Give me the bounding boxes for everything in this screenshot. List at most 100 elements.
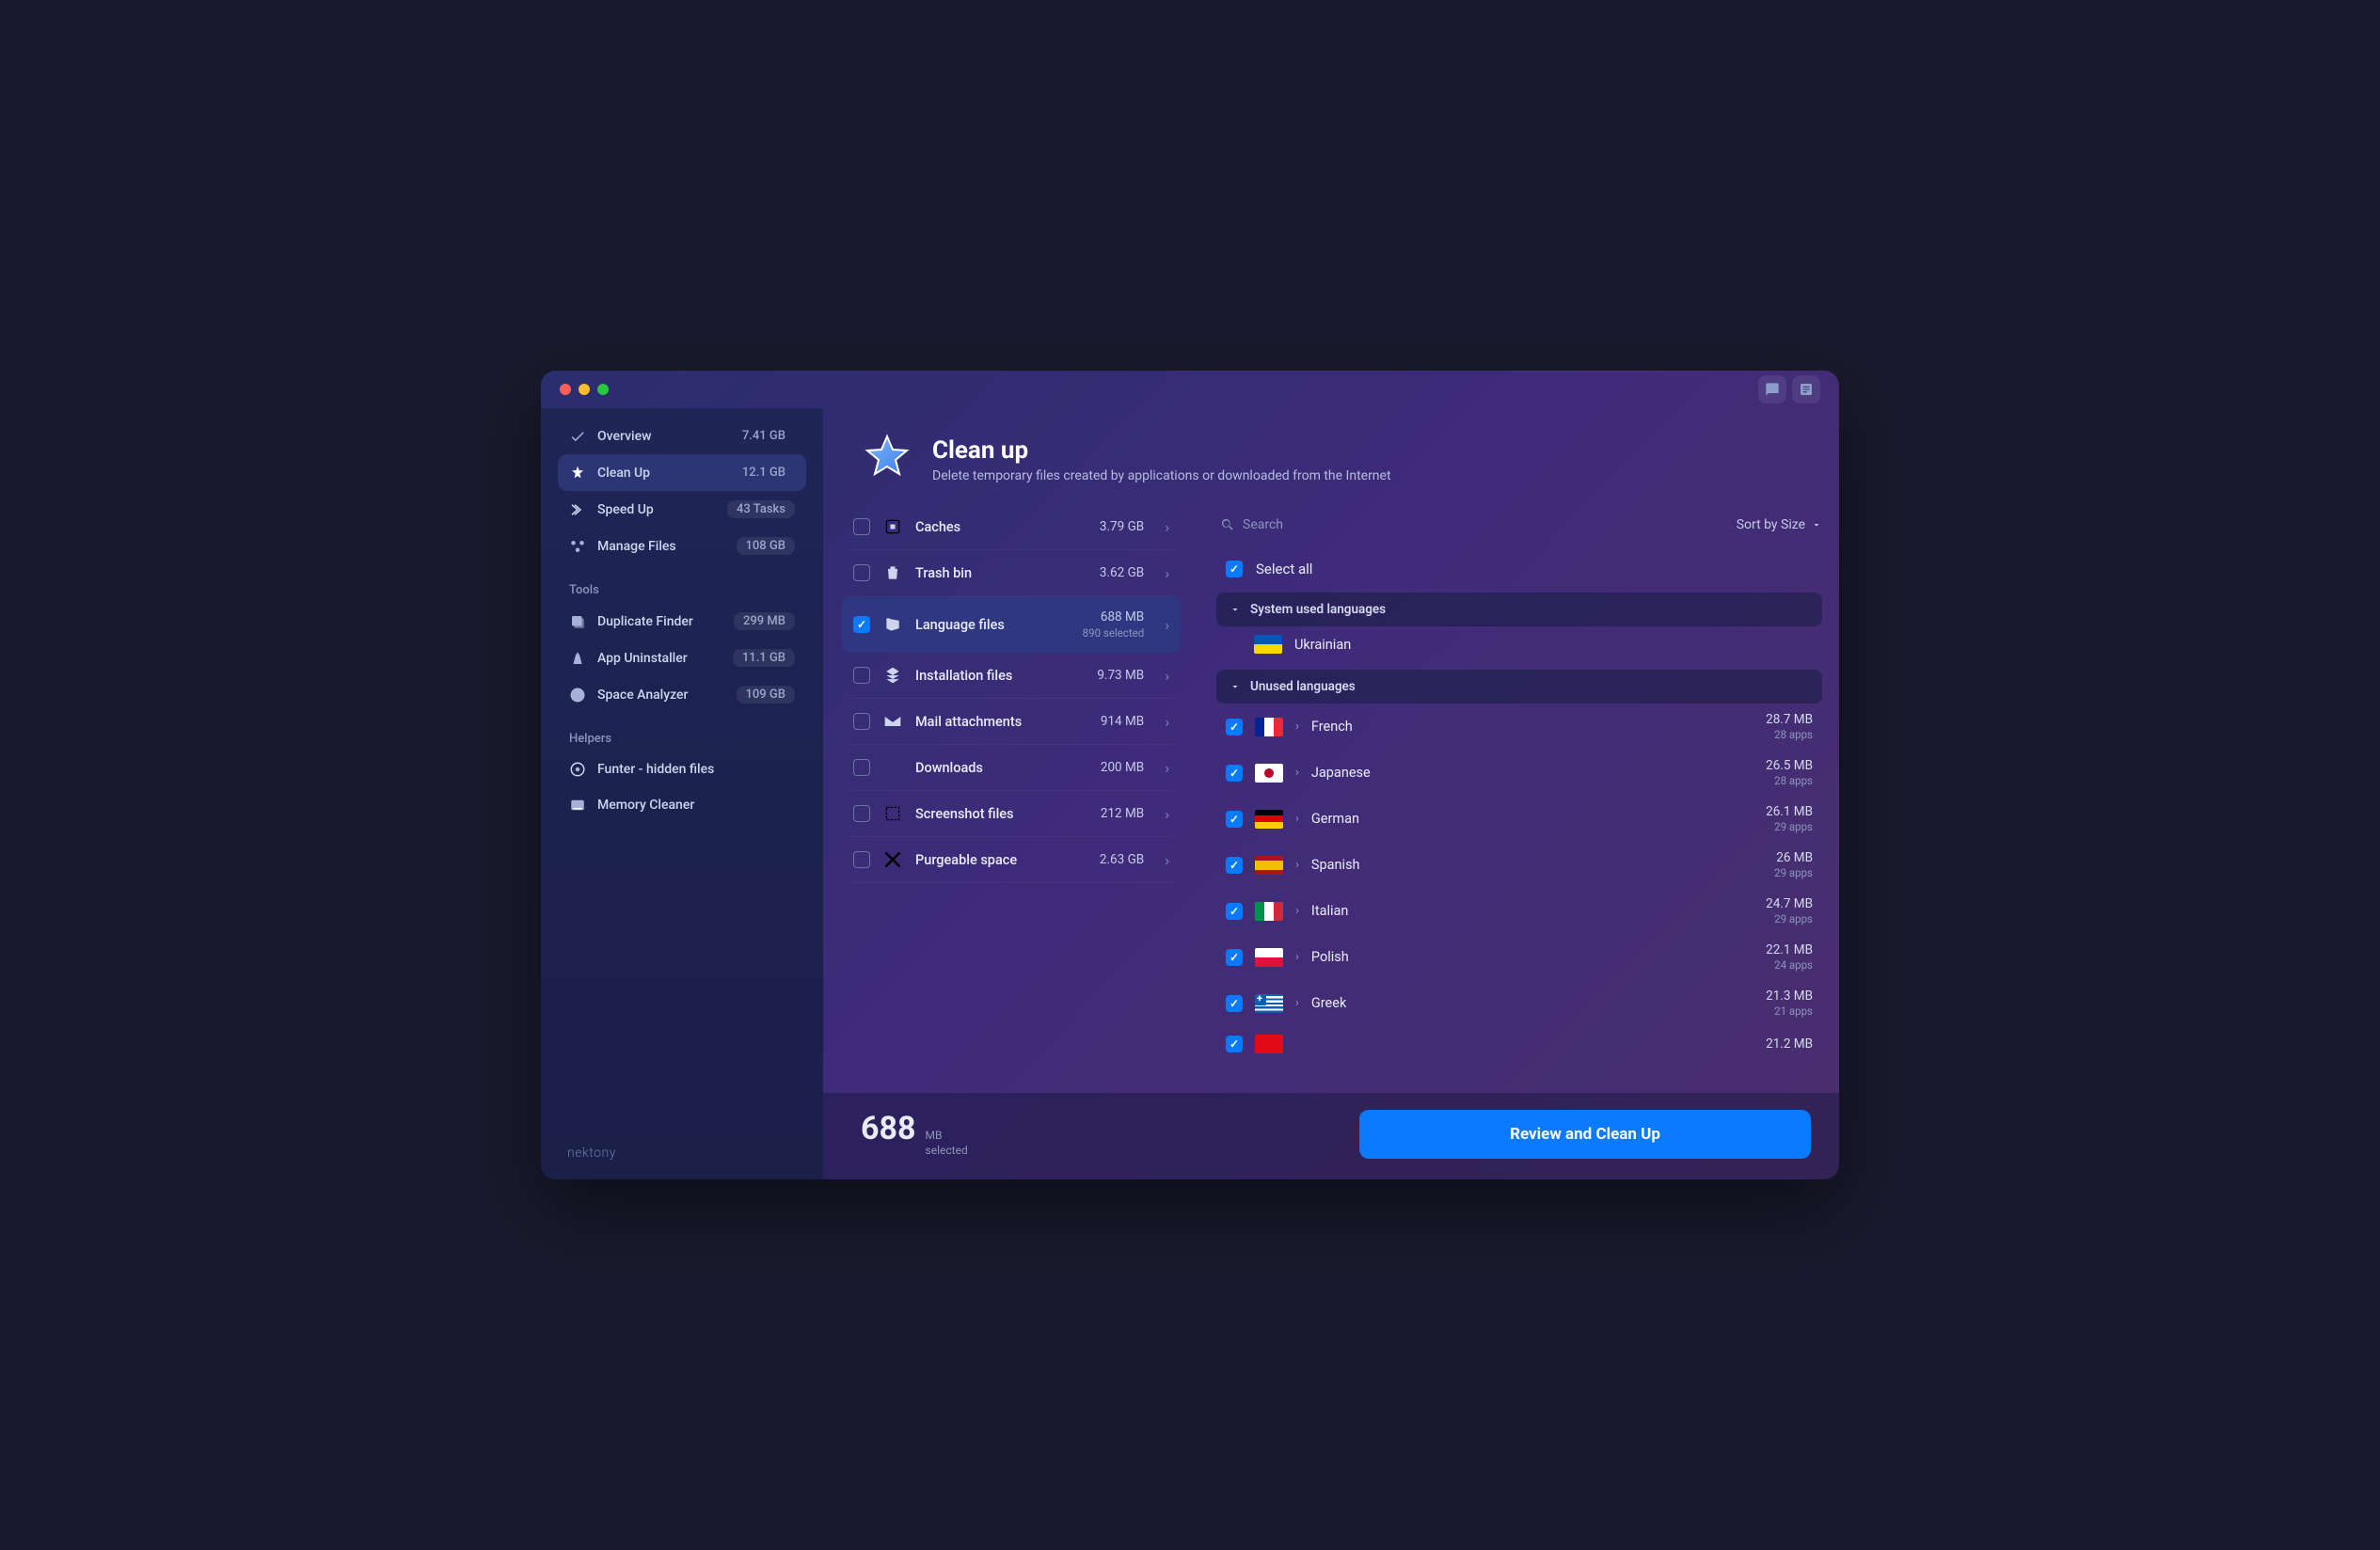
language-checkbox[interactable] xyxy=(1226,995,1243,1012)
language-checkbox[interactable] xyxy=(1226,857,1243,874)
category-icon xyxy=(883,712,902,731)
category-row-mail-attachments[interactable]: Mail attachments914 MB› xyxy=(842,699,1181,745)
chevron-right-icon: › xyxy=(1165,518,1169,536)
sidebar-item-space-analyzer[interactable]: Space Analyzer109 GB xyxy=(558,676,806,713)
language-checkbox[interactable] xyxy=(1226,811,1243,828)
language-checkbox[interactable] xyxy=(1226,719,1243,735)
category-icon xyxy=(883,517,902,536)
sidebar-item-overview[interactable]: Overview7.41 GB xyxy=(558,418,806,454)
category-checkbox[interactable] xyxy=(853,851,870,868)
unused-languages-group[interactable]: Unused languages xyxy=(1216,670,1822,704)
category-list: Caches3.79 GB›Trash bin3.62 GB›Language … xyxy=(823,504,1199,1093)
chevron-right-icon[interactable]: › xyxy=(1295,858,1299,872)
chevron-right-icon[interactable]: › xyxy=(1295,766,1299,780)
sidebar-item-memory-cleaner[interactable]: Memory Cleaner xyxy=(558,787,806,823)
minimize-window-button[interactable] xyxy=(579,384,590,395)
chevron-down-icon xyxy=(1230,604,1241,615)
category-row-downloads[interactable]: Downloads200 MB› xyxy=(842,745,1181,791)
language-row-polish[interactable]: ›Polish22.1 MB24 apps xyxy=(1216,934,1822,980)
flag-germany-icon xyxy=(1255,810,1283,829)
chat-icon-button[interactable] xyxy=(1758,375,1786,403)
sidebar-icon xyxy=(569,687,586,704)
language-row-greek[interactable]: ›Greek21.3 MB21 apps xyxy=(1216,980,1822,1026)
flag-icon xyxy=(1255,1035,1283,1053)
sidebar: Overview7.41 GBClean Up12.1 GBSpeed Up43… xyxy=(541,408,823,1179)
flag-france-icon xyxy=(1255,718,1283,736)
language-checkbox[interactable] xyxy=(1226,1036,1243,1052)
search-input[interactable]: Search xyxy=(1216,512,1723,538)
chevron-right-icon: › xyxy=(1165,713,1169,731)
search-placeholder: Search xyxy=(1243,517,1283,532)
category-checkbox[interactable] xyxy=(853,518,870,535)
category-row-language-files[interactable]: Language files688 MB890 selected› xyxy=(842,596,1181,653)
sidebar-item-manage-files[interactable]: Manage Files108 GB xyxy=(558,528,806,564)
sidebar-item-speed-up[interactable]: Speed Up43 Tasks xyxy=(558,491,806,528)
details-panel: Search Sort by Size Select all Syste xyxy=(1199,504,1839,1093)
chevron-right-icon[interactable]: › xyxy=(1295,950,1299,964)
chevron-down-icon xyxy=(1811,519,1822,530)
flag-japan-icon xyxy=(1255,764,1283,783)
category-icon xyxy=(883,615,902,634)
maximize-window-button[interactable] xyxy=(597,384,609,395)
system-languages-group[interactable]: System used languages xyxy=(1216,593,1822,626)
category-row-caches[interactable]: Caches3.79 GB› xyxy=(842,504,1181,550)
category-checkbox[interactable] xyxy=(853,564,870,581)
tools-section-title: Tools xyxy=(569,583,806,597)
review-cleanup-button[interactable]: Review and Clean Up xyxy=(1359,1110,1811,1159)
category-row-trash-bin[interactable]: Trash bin3.62 GB› xyxy=(842,550,1181,596)
category-icon xyxy=(883,666,902,685)
language-row-german[interactable]: ›German26.1 MB29 apps xyxy=(1216,796,1822,842)
language-row-spanish[interactable]: ›Spanish26 MB29 apps xyxy=(1216,842,1822,888)
chevron-right-icon[interactable]: › xyxy=(1295,812,1299,826)
sidebar-icon xyxy=(569,650,586,667)
language-checkbox[interactable] xyxy=(1226,903,1243,920)
chevron-right-icon[interactable]: › xyxy=(1295,720,1299,734)
flag-poland-icon xyxy=(1255,948,1283,967)
app-window: Overview7.41 GBClean Up12.1 GBSpeed Up43… xyxy=(541,371,1839,1179)
system-language-row[interactable]: Ukrainian xyxy=(1216,626,1822,662)
select-all-row[interactable]: Select all xyxy=(1216,553,1822,585)
category-icon xyxy=(883,850,902,869)
chevron-right-icon: › xyxy=(1165,805,1169,823)
flag-ukraine-icon xyxy=(1254,635,1282,654)
chevron-right-icon[interactable]: › xyxy=(1295,904,1299,918)
category-row-purgeable-space[interactable]: Purgeable space2.63 GB› xyxy=(842,837,1181,883)
chevron-right-icon: › xyxy=(1165,759,1169,777)
sidebar-icon xyxy=(569,761,586,778)
category-icon xyxy=(883,804,902,823)
sidebar-icon xyxy=(569,613,586,630)
sidebar-icon xyxy=(569,465,586,482)
sidebar-icon xyxy=(569,538,586,555)
star-icon xyxy=(861,433,913,485)
category-checkbox[interactable] xyxy=(853,667,870,684)
category-checkbox[interactable] xyxy=(853,759,870,776)
language-row-italian[interactable]: ›Italian24.7 MB29 apps xyxy=(1216,888,1822,934)
category-checkbox[interactable] xyxy=(853,616,870,633)
chevron-right-icon[interactable]: › xyxy=(1295,996,1299,1010)
flag-greece-icon xyxy=(1255,994,1283,1013)
helpers-section-title: Helpers xyxy=(569,732,806,746)
category-checkbox[interactable] xyxy=(853,713,870,730)
search-icon xyxy=(1220,517,1235,532)
category-row-installation-files[interactable]: Installation files9.73 MB› xyxy=(842,653,1181,699)
language-row-japanese[interactable]: ›Japanese26.5 MB28 apps xyxy=(1216,750,1822,796)
language-row-french[interactable]: ›French28.7 MB28 apps xyxy=(1216,704,1822,750)
language-checkbox[interactable] xyxy=(1226,765,1243,782)
category-checkbox[interactable] xyxy=(853,805,870,822)
category-row-screenshot-files[interactable]: Screenshot files212 MB› xyxy=(842,791,1181,837)
sort-button[interactable]: Sort by Size xyxy=(1737,517,1822,532)
sidebar-item-funter-hidden-files[interactable]: Funter - hidden files xyxy=(558,751,806,787)
page-header: Clean up Delete temporary files created … xyxy=(823,408,1839,504)
news-icon-button[interactable] xyxy=(1792,375,1820,403)
page-subtitle: Delete temporary files created by applic… xyxy=(932,468,1391,483)
category-icon xyxy=(883,758,902,777)
close-window-button[interactable] xyxy=(560,384,571,395)
brand-logo: nektony xyxy=(558,1146,806,1161)
select-all-checkbox[interactable] xyxy=(1226,561,1243,577)
language-row-partial[interactable]: 21.2 MB xyxy=(1216,1026,1822,1062)
sidebar-item-app-uninstaller[interactable]: App Uninstaller11.1 GB xyxy=(558,640,806,676)
language-checkbox[interactable] xyxy=(1226,949,1243,966)
sidebar-item-clean-up[interactable]: Clean Up12.1 GB xyxy=(558,454,806,491)
sidebar-item-duplicate-finder[interactable]: Duplicate Finder299 MB xyxy=(558,603,806,640)
sidebar-icon xyxy=(569,797,586,814)
